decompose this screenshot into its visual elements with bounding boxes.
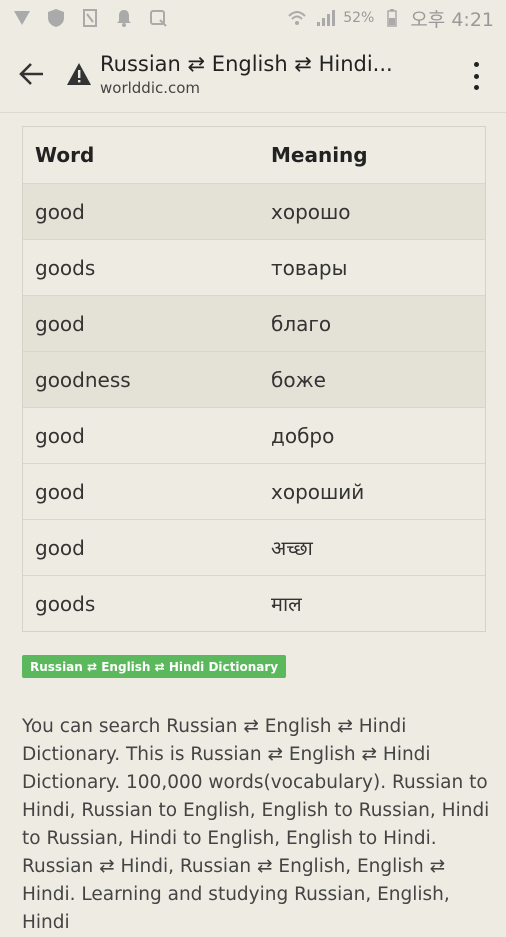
meaning-cell: माल bbox=[271, 592, 302, 616]
column-header-word: Word bbox=[35, 143, 95, 167]
status-bar: 52% 오후 4:21 bbox=[0, 0, 506, 36]
meaning-cell: хорошо bbox=[271, 199, 351, 224]
word-cell: good bbox=[35, 423, 85, 448]
word-cell: good bbox=[35, 535, 85, 560]
signal-icon bbox=[315, 8, 336, 28]
app-bar-divider bbox=[0, 112, 506, 113]
table-row[interactable]: goods माल bbox=[23, 575, 485, 632]
status-time: 오후 4:21 bbox=[410, 8, 494, 31]
meaning-cell: добро bbox=[271, 423, 335, 448]
meaning-cell: боже bbox=[271, 367, 326, 392]
battery-icon bbox=[382, 8, 402, 28]
word-cell: goods bbox=[35, 591, 96, 616]
table-header-row: Word Meaning bbox=[23, 127, 485, 184]
description-text: You can search Russian ⇄ English ⇄ Hindi… bbox=[22, 716, 490, 933]
wifi-icon bbox=[287, 8, 307, 28]
page-title: Russian ⇄ English ⇄ Hindi... bbox=[100, 51, 393, 76]
document-icon bbox=[80, 8, 100, 28]
meaning-cell: благо bbox=[271, 311, 332, 336]
column-header-meaning: Meaning bbox=[271, 143, 368, 167]
page-url: worlddic.com bbox=[100, 78, 201, 97]
dictionary-tag-badge[interactable]: Russian ⇄ English ⇄ Hindi Dictionary bbox=[22, 655, 287, 678]
page-title-block[interactable]: Russian ⇄ English ⇄ Hindi... worlddic.co… bbox=[100, 52, 393, 97]
table-row[interactable]: goodness боже bbox=[23, 351, 485, 408]
table-row[interactable]: good अच्छा bbox=[23, 519, 485, 576]
meaning-cell: хороший bbox=[271, 479, 365, 504]
word-cell: good bbox=[35, 479, 85, 504]
meaning-cell: товары bbox=[271, 255, 348, 280]
word-cell: good bbox=[35, 311, 85, 336]
back-button[interactable] bbox=[0, 36, 64, 112]
shield-icon bbox=[46, 8, 66, 28]
table-row[interactable]: goods товары bbox=[23, 239, 485, 296]
word-cell: goodness bbox=[35, 367, 131, 392]
dictionary-table: Word Meaning good хорошо goods товары go… bbox=[22, 126, 486, 632]
word-cell: good bbox=[35, 199, 85, 224]
notification-bell-icon bbox=[114, 8, 134, 28]
table-row[interactable]: good хороший bbox=[23, 463, 485, 520]
table-row[interactable]: good благо bbox=[23, 295, 485, 352]
meaning-cell: अच्छा bbox=[271, 536, 313, 560]
more-options-icon[interactable] bbox=[464, 62, 488, 90]
warning-icon[interactable] bbox=[64, 62, 94, 86]
screenshot-icon bbox=[148, 8, 168, 28]
table-row[interactable]: good хорошо bbox=[23, 183, 485, 240]
back-arrow-icon bbox=[19, 63, 43, 85]
word-cell: goods bbox=[35, 255, 96, 280]
battery-percent: 52% bbox=[343, 10, 375, 26]
table-row[interactable]: good добро bbox=[23, 407, 485, 464]
app-bar: Russian ⇄ English ⇄ Hindi... worlddic.co… bbox=[0, 36, 506, 112]
vpn-shield-icon bbox=[12, 8, 32, 28]
